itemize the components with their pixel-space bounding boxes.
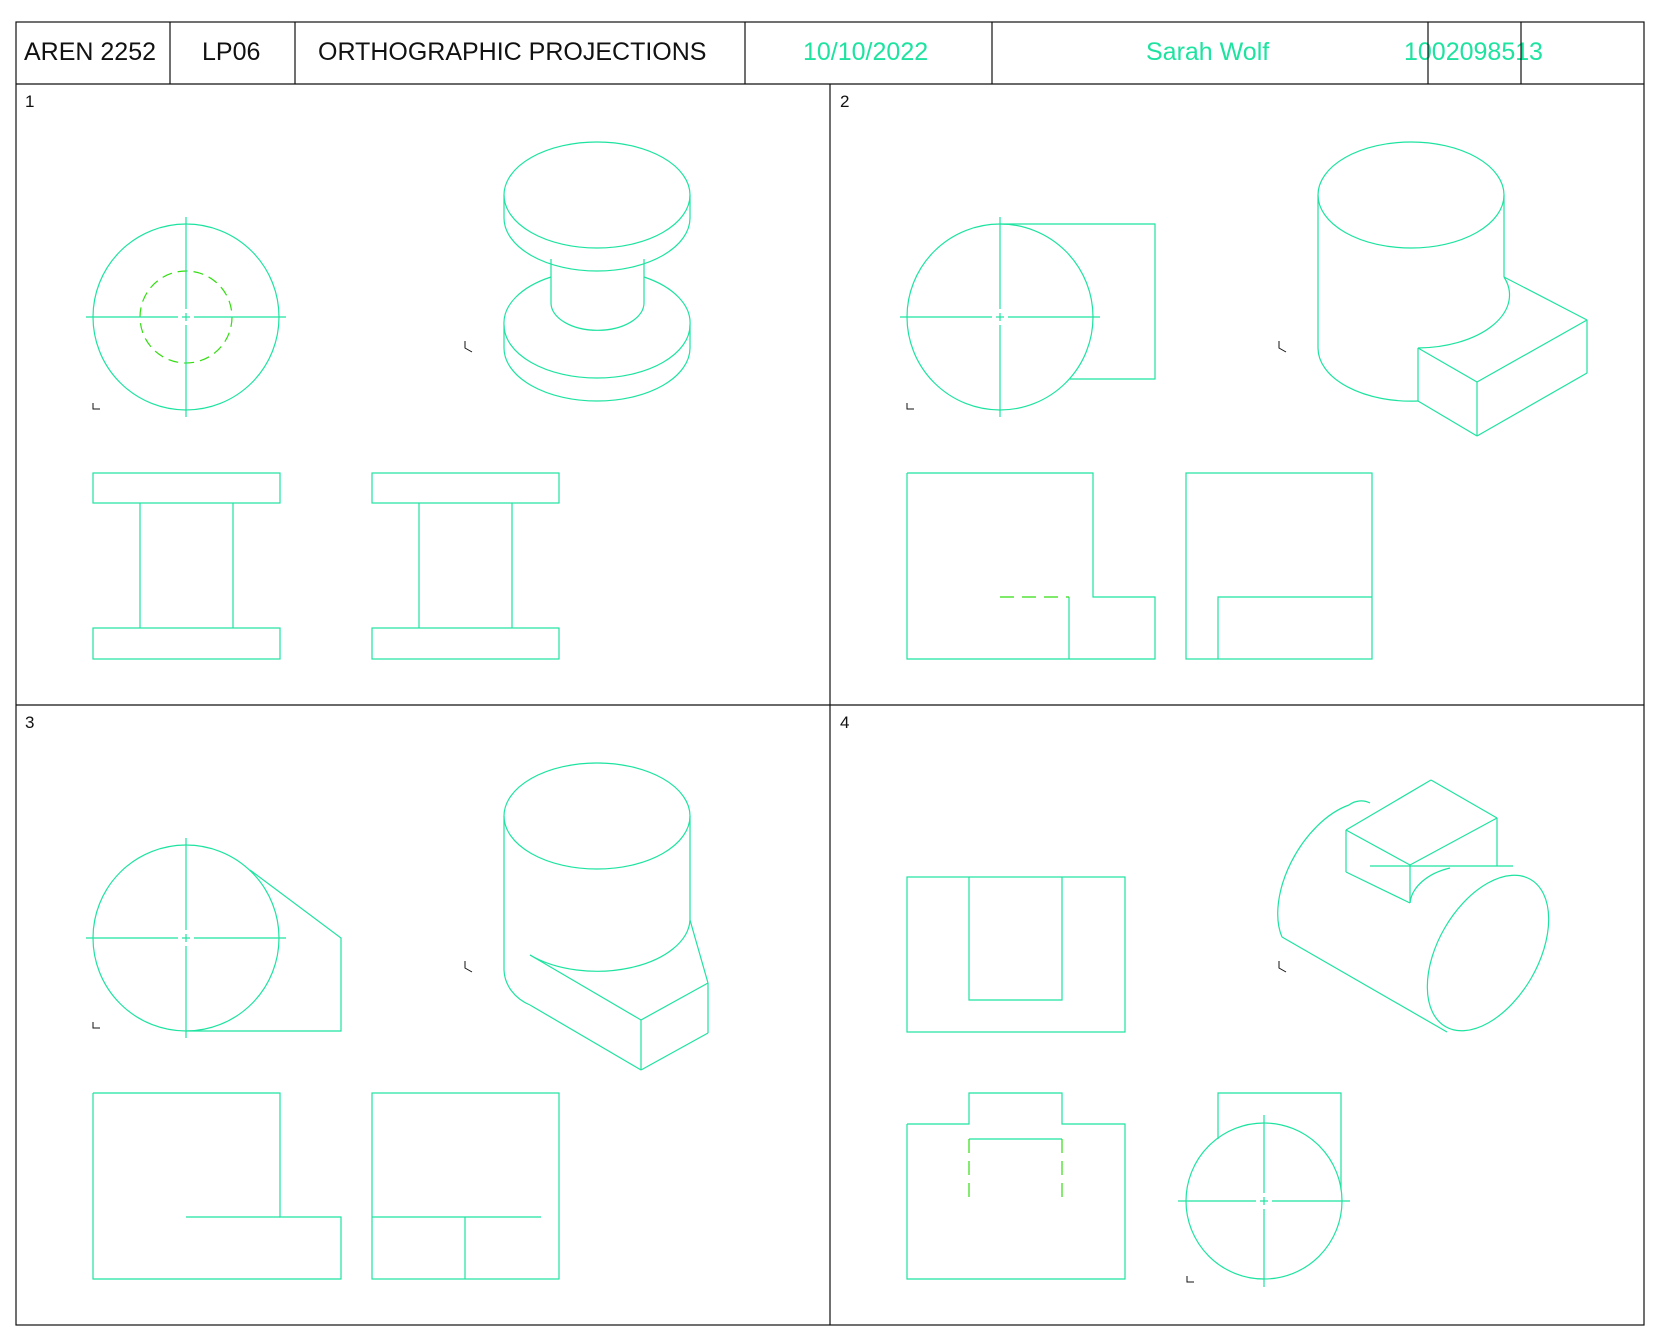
spool-front-top-flange: [92, 472, 281, 504]
p3-top-centerline: [86, 838, 286, 1038]
p4-top-outline: [906, 876, 1126, 1033]
panel-2-drawing: [900, 141, 1588, 660]
p2-top-centerline: [900, 217, 1100, 417]
marker-p1-origin: [92, 403, 100, 410]
p2-top-block: [1000, 223, 1156, 380]
spool-top-centerline: [86, 217, 286, 417]
panel-3-drawing: [86, 762, 709, 1280]
p2-front-outline: [906, 472, 1156, 660]
spool-side-bottom-flange: [371, 627, 560, 660]
p3-front-outline: [92, 1092, 342, 1280]
marker-p4-iso: [1278, 961, 1287, 973]
panel-1-drawing: [86, 141, 691, 660]
p4-front-outline: [906, 1092, 1126, 1280]
panel-4-drawing: [906, 779, 1550, 1287]
p4-side-block: [1217, 1092, 1342, 1190]
marker-p3-origin: [92, 1022, 100, 1029]
marker-p1-iso: [464, 341, 473, 353]
spool-side-top-flange: [371, 472, 560, 504]
spool-isometric: [503, 141, 691, 402]
p2-isometric: [1317, 141, 1588, 437]
p4-isometric: [1277, 779, 1550, 1033]
p3-isometric: [503, 762, 709, 1071]
drawing-sheet: [15, 21, 1645, 1326]
marker-p2-iso: [1278, 341, 1287, 353]
spool-front-bottom-flange: [92, 627, 281, 660]
marker-p2-origin: [906, 403, 914, 410]
p2-side-outline: [1185, 472, 1373, 660]
marker-p3-iso: [464, 961, 473, 973]
sheet-border: [15, 21, 1645, 1326]
p4-side-centerline: [1178, 1115, 1350, 1287]
p4-front-hidden-lines: [968, 1139, 1063, 1201]
marker-p4-origin: [1186, 1276, 1194, 1283]
p3-top-wedge: [186, 869, 342, 1032]
